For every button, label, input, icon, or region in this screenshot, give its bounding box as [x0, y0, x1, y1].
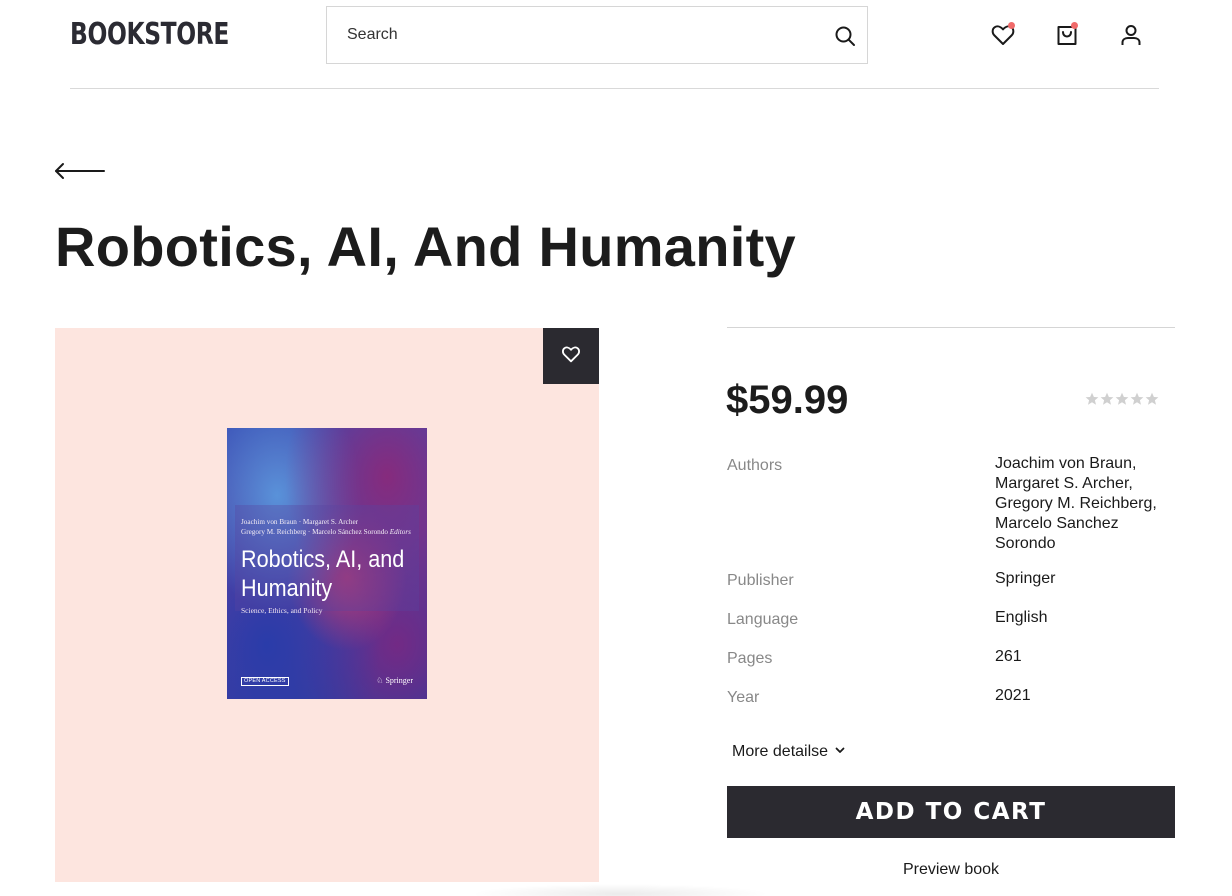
cover-editors-suffix: Editors — [389, 527, 411, 536]
bottom-shadow — [470, 884, 770, 896]
cover-title-line2: Humanity — [241, 575, 333, 602]
cover-title-line1: Robotics, AI, and — [241, 546, 405, 573]
year-value: 2021 — [995, 687, 1031, 704]
book-cover-image: Joachim von Braun · Margaret S. Archer G… — [227, 428, 427, 699]
pages-label: Pages — [727, 650, 773, 667]
notification-dot — [1008, 22, 1015, 29]
year-label: Year — [727, 689, 760, 706]
language-label: Language — [727, 611, 799, 628]
heart-icon — [560, 343, 582, 370]
cover-subtitle: Science, Ethics, and Policy — [241, 606, 323, 615]
cover-publisher-name: Springer — [385, 676, 413, 685]
user-account-icon[interactable] — [1117, 21, 1145, 49]
rating-stars[interactable] — [1085, 392, 1159, 406]
book-image-panel: Joachim von Braun · Margaret S. Archer G… — [55, 328, 599, 882]
more-details-label: More detailse — [732, 743, 829, 760]
book-price: $59.99 — [726, 378, 849, 422]
add-to-wishlist-button[interactable] — [543, 328, 599, 384]
search-icon[interactable] — [833, 24, 857, 48]
cover-title: Robotics, AI, and Humanity — [241, 545, 404, 603]
back-arrow-icon[interactable] — [54, 158, 106, 184]
search-box[interactable] — [326, 6, 868, 64]
site-header: BOOKSTORE — [0, 0, 1232, 90]
header-divider — [70, 88, 1159, 89]
star-empty-icon[interactable] — [1130, 392, 1144, 406]
springer-logo-icon: ♘ — [376, 676, 384, 685]
add-to-cart-button[interactable]: ADD TO CART — [727, 786, 1175, 838]
authors-value: Joachim von Braun, Margaret S. Archer, G… — [995, 455, 1157, 552]
cover-editors-line2: Gregory M. Reichberg · Marcelo Sánchez S… — [241, 527, 388, 536]
publisher-value: Springer — [995, 570, 1056, 587]
cover-publisher: ♘ Springer — [376, 676, 413, 685]
star-empty-icon[interactable] — [1100, 392, 1114, 406]
site-logo[interactable]: BOOKSTORE — [70, 17, 229, 53]
wishlist-heart-icon[interactable] — [989, 21, 1017, 49]
star-empty-icon[interactable] — [1085, 392, 1099, 406]
book-title: Robotics, AI, And Humanity — [55, 215, 796, 278]
preview-book-link[interactable]: Preview book — [727, 860, 1175, 880]
cover-editors: Joachim von Braun · Margaret S. Archer G… — [241, 518, 411, 537]
search-input[interactable] — [327, 7, 867, 63]
cover-editors-line1: Joachim von Braun · Margaret S. Archer — [241, 518, 359, 526]
star-empty-icon[interactable] — [1145, 392, 1159, 406]
star-empty-icon[interactable] — [1115, 392, 1129, 406]
publisher-label: Publisher — [727, 572, 794, 589]
language-value: English — [995, 609, 1048, 626]
notification-dot — [1071, 22, 1078, 29]
shopping-bag-icon[interactable] — [1053, 21, 1081, 49]
cover-open-access-badge: OPEN ACCESS — [241, 677, 289, 686]
authors-label: Authors — [727, 457, 783, 474]
chevron-down-icon — [834, 742, 846, 762]
pages-value: 261 — [995, 648, 1022, 665]
details-divider — [727, 327, 1175, 328]
more-details-toggle[interactable]: More detailse — [732, 742, 846, 762]
